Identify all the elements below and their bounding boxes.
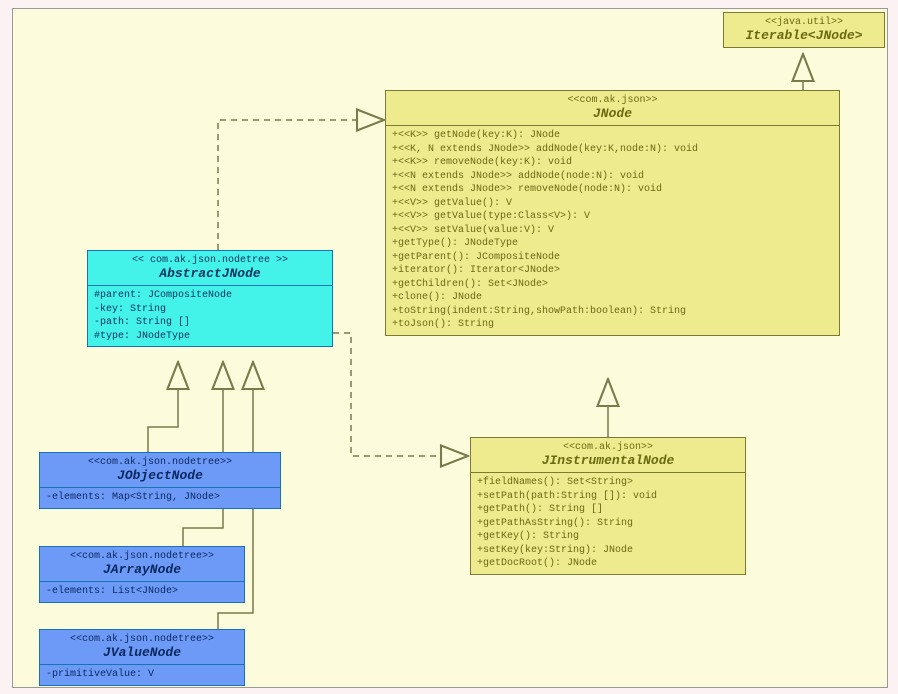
- stereotype: <<com.ak.json>>: [392, 95, 833, 106]
- stereotype: << com.ak.json.nodetree >>: [94, 255, 326, 266]
- stereotype: <<java.util>>: [730, 17, 878, 28]
- class-name: AbstractJNode: [94, 266, 326, 281]
- diagram-canvas: <<java.util>> Iterable<JNode> <<com.ak.j…: [12, 8, 888, 688]
- attributes: -primitiveValue: V: [40, 665, 244, 685]
- class-jobjectnode: <<com.ak.json.nodetree>> JObjectNode -el…: [39, 452, 281, 509]
- attributes: -elements: Map<String, JNode>: [40, 488, 280, 508]
- methods: +fieldNames(): Set<String> +setPath(path…: [471, 473, 745, 574]
- class-name: JObjectNode: [46, 468, 274, 483]
- class-iterable: <<java.util>> Iterable<JNode>: [723, 12, 885, 48]
- class-jnode: <<com.ak.json>> JNode +<<K>> getNode(key…: [385, 90, 840, 336]
- class-name: Iterable<JNode>: [730, 28, 878, 43]
- stereotype: <<com.ak.json.nodetree>>: [46, 634, 238, 645]
- class-abstractjnode: << com.ak.json.nodetree >> AbstractJNode…: [87, 250, 333, 347]
- attributes: #parent: JCompositeNode -key: String -pa…: [88, 286, 332, 346]
- class-name: JNode: [392, 106, 833, 121]
- class-name: JInstrumentalNode: [477, 453, 739, 468]
- class-jvaluenode: <<com.ak.json.nodetree>> JValueNode -pri…: [39, 629, 245, 686]
- class-jarraynode: <<com.ak.json.nodetree>> JArrayNode -ele…: [39, 546, 245, 603]
- class-name: JArrayNode: [46, 562, 238, 577]
- stereotype: <<com.ak.json.nodetree>>: [46, 551, 238, 562]
- stereotype: <<com.ak.json>>: [477, 442, 739, 453]
- stereotype: <<com.ak.json.nodetree>>: [46, 457, 274, 468]
- class-name: JValueNode: [46, 645, 238, 660]
- attributes: -elements: List<JNode>: [40, 582, 244, 602]
- class-jinstrumentalnode: <<com.ak.json>> JInstrumentalNode +field…: [470, 437, 746, 575]
- methods: +<<K>> getNode(key:K): JNode +<<K, N ext…: [386, 126, 839, 335]
